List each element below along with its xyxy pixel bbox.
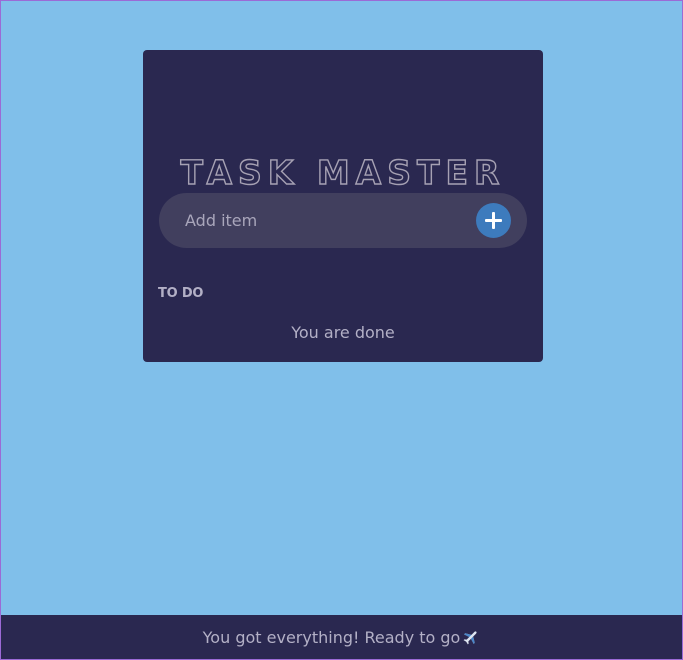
app-title: TASK MASTER xyxy=(180,153,506,192)
empty-list-message: You are done xyxy=(291,323,395,342)
footer-bar: You got everything! Ready to go xyxy=(1,615,682,659)
todo-section-label: TO DO xyxy=(158,286,204,301)
footer-message: You got everything! Ready to go xyxy=(202,627,461,647)
add-item-button[interactable] xyxy=(476,203,511,238)
add-item-input[interactable] xyxy=(159,193,459,248)
airplane-icon xyxy=(463,631,477,645)
plus-icon-stem xyxy=(492,212,495,229)
todo-card: TASK MASTER TO DO You are done xyxy=(143,50,543,362)
add-item-bar xyxy=(159,193,527,248)
